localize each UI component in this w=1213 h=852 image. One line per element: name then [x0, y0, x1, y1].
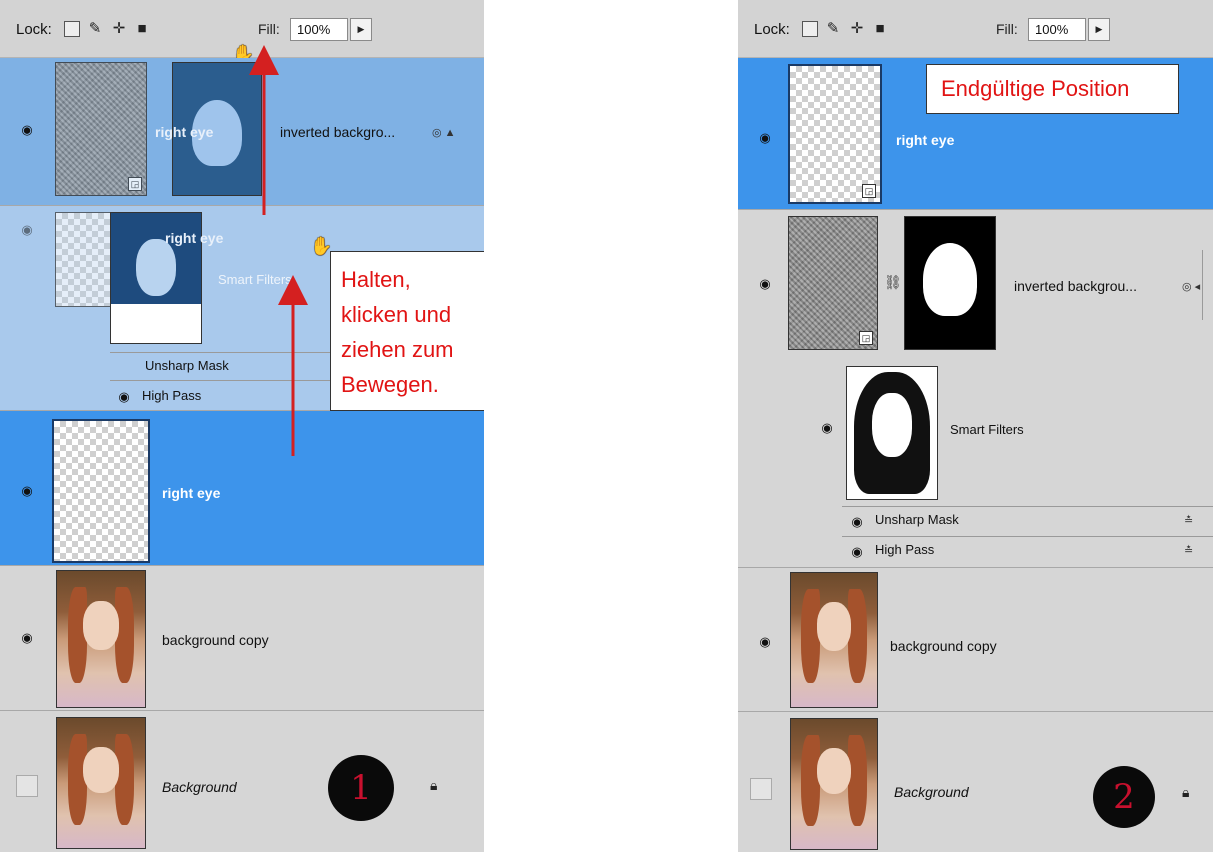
final-position-callout: Endgültige Position: [926, 64, 1179, 114]
divider: [842, 536, 1213, 537]
fill-label: Fill:: [996, 21, 1018, 37]
lock-move-icon[interactable]: ✛: [849, 21, 865, 37]
filter-options-icon[interactable]: ≛: [1184, 544, 1193, 557]
layer-thumbnail: ◲: [788, 64, 882, 204]
smart-object-icon: ◲: [862, 184, 876, 198]
chain-link-icon[interactable]: ⛓︎: [884, 274, 902, 291]
layer-name[interactable]: right eye: [896, 132, 954, 148]
smart-filters-label[interactable]: Smart Filters: [950, 422, 1024, 437]
layer-row-inverted-background[interactable]: ◉ ◲ ⛓︎ inverted backgrou... ◎ ◂ ◉ Smart …: [738, 210, 1213, 568]
step-number-badge: 2: [1093, 766, 1155, 828]
lock-all-icon[interactable]: ■: [872, 21, 888, 37]
layer-mask-thumbnail: [904, 216, 996, 350]
visibility-toggle[interactable]: [750, 778, 772, 800]
layer-name[interactable]: background copy: [890, 638, 997, 654]
filter-high-pass[interactable]: High Pass: [875, 542, 934, 557]
layer-thumbnail: [790, 572, 878, 708]
divider: [842, 506, 1213, 507]
filter-options-icon[interactable]: ◎ ◂: [1182, 280, 1200, 293]
lock-label: Lock:: [754, 21, 790, 38]
eye-icon[interactable]: ◉: [848, 515, 866, 528]
eye-icon[interactable]: ◉: [848, 545, 866, 558]
fill-input[interactable]: 100%: [1028, 18, 1086, 41]
fill-slider-button[interactable]: ▶: [1088, 18, 1110, 41]
layer-name[interactable]: inverted backgrou...: [1014, 278, 1137, 294]
drag-arrows: [249, 45, 308, 456]
layer-name[interactable]: Background: [894, 784, 969, 800]
eye-icon[interactable]: ◉: [756, 635, 774, 648]
eye-icon[interactable]: ◉: [756, 277, 774, 290]
lock-brush-icon[interactable]: ✎: [825, 21, 841, 37]
callout-text: Endgültige Position: [941, 76, 1130, 101]
lock-transparent-icon[interactable]: [802, 21, 818, 37]
scrollbar[interactable]: [1202, 250, 1203, 320]
callout-text: Halten, klicken und ziehen zum Bewegen.: [341, 267, 454, 397]
eye-icon[interactable]: ◉: [756, 131, 774, 144]
layers-panel-before: Lock: ✎ ✛ ■ Fill: 100% ▶ ✋ ◉ ◲ right eye…: [0, 0, 484, 852]
layer-thumbnail: [790, 718, 878, 850]
instruction-callout: Halten, klicken und ziehen zum Bewegen.: [330, 251, 484, 411]
eye-icon[interactable]: ◉: [818, 421, 836, 434]
layer-lock-icon: 🔒︎: [1182, 784, 1190, 800]
filter-options-icon[interactable]: ≛: [1184, 514, 1193, 527]
smart-object-icon: ◲: [859, 331, 873, 345]
layers-panel-after: Lock: ✎ ✛ ■ Fill: 100% ▶ ◉ ◲ right eye ◉…: [738, 0, 1213, 852]
layer-thumbnail: ◲: [788, 216, 878, 350]
layer-row-background-copy[interactable]: ◉ background copy: [738, 568, 1213, 712]
smart-filter-thumbnail: [846, 366, 938, 500]
layer-row-background[interactable]: Background 2 🔒︎: [738, 712, 1213, 852]
lock-toolbar: Lock: ✎ ✛ ■ Fill: 100% ▶: [738, 0, 1213, 58]
filter-unsharp-mask[interactable]: Unsharp Mask: [875, 512, 959, 527]
